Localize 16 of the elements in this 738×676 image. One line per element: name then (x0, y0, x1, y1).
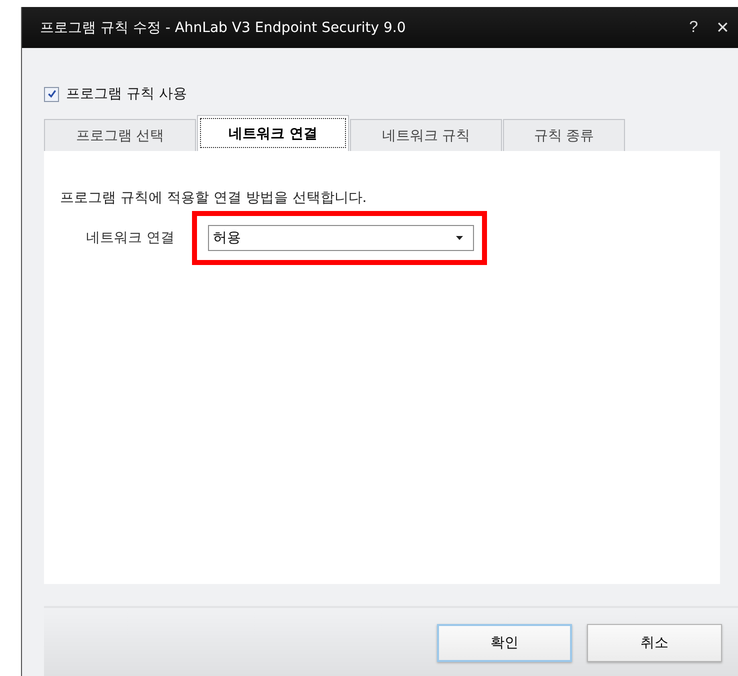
dialog-button[interactable]: 취소 (587, 624, 722, 662)
caret-icon (456, 236, 463, 240)
tab[interactable]: 네트워크 연결 (197, 115, 349, 151)
field-label: 네트워크 연결 (86, 229, 176, 247)
window-title: 프로그램 규칙 수정 - AhnLab V3 Endpoint Security 9.0 (40, 18, 407, 36)
tab[interactable]: 네트워크 규칙 (350, 119, 502, 151)
checkbox[interactable] (44, 86, 59, 102)
tab[interactable]: 규칙 종류 (503, 119, 625, 151)
description-text: 프로그램 규칙에 적용할 연결 방법을 선택합니다. (60, 189, 368, 207)
check-icon (46, 89, 56, 99)
help-button[interactable]: ? (681, 18, 706, 36)
tab[interactable]: 프로그램 선택 (44, 119, 196, 151)
close-button[interactable]: ✕ (708, 18, 737, 38)
dialog-button[interactable]: 확인 (437, 624, 572, 662)
checkbox-label: 프로그램 규칙 사용 (66, 85, 187, 103)
connection-dropdown[interactable]: 허용 (208, 225, 474, 251)
